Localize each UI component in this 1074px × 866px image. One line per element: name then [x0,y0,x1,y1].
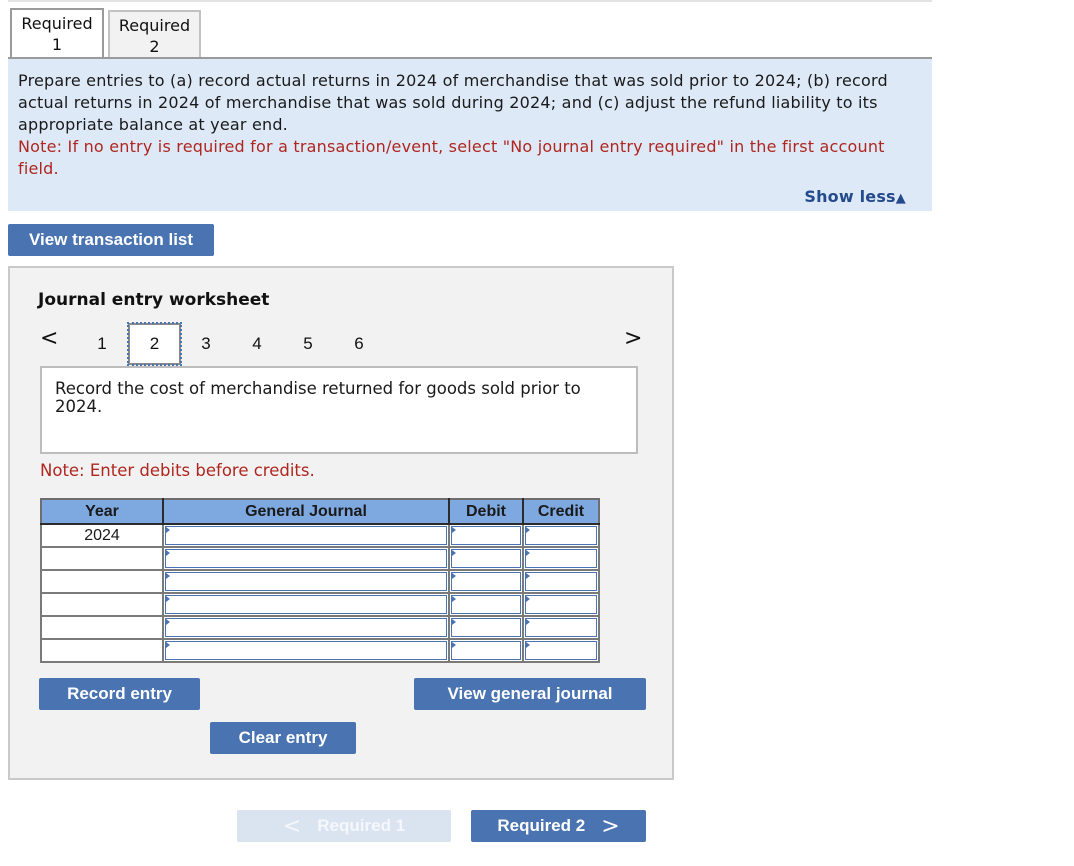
year-cell [40,638,164,663]
record-entry-button[interactable]: Record entry [39,678,200,710]
table-row [40,592,600,617]
journal-entry-worksheet: Journal entry worksheet < 1 2 3 4 5 6 > … [8,266,674,780]
table-row [40,546,600,571]
chevron-left-icon[interactable]: < [40,326,58,351]
account-input[interactable] [165,641,447,660]
tab-label-line2: 2 [149,37,160,56]
instructions-note: Note: If no entry is required for a tran… [18,137,885,178]
table-row [40,638,600,663]
account-input-cell [162,615,450,640]
debit-input-cell [448,569,524,594]
year-cell: 2024 [40,523,164,548]
header-credit: Credit [522,499,599,525]
credit-input[interactable] [525,641,597,660]
debit-input-cell [448,546,524,571]
table-header-row: Year General Journal Debit Credit [41,499,599,525]
credit-input[interactable] [525,549,597,568]
transaction-description: Record the cost of merchandise returned … [40,366,638,454]
chevron-right-icon: > [601,813,620,839]
view-general-journal-button[interactable]: View general journal [414,678,646,710]
account-input-cell [162,638,450,663]
year-cell [40,615,164,640]
prev-required-label: Required 1 [317,816,406,835]
tab-label-line2: 1 [51,35,63,54]
account-input[interactable] [165,595,447,614]
account-input-cell [162,546,450,571]
year-cell [40,569,164,594]
credit-input-cell [522,638,600,663]
credit-input-cell [522,592,600,617]
credit-input[interactable] [525,572,597,591]
table-row [40,569,600,594]
credit-input[interactable] [525,526,597,545]
show-less-link[interactable]: Show less▲ [804,186,906,210]
credit-input[interactable] [525,618,597,637]
next-required-label: Required 2 [497,816,586,835]
debit-input-cell [448,638,524,663]
journal-entry-table: Year General Journal Debit Credit 2024 [40,498,600,663]
account-input[interactable] [165,549,447,568]
instructions-panel: Prepare entries to (a) record actual ret… [8,59,932,211]
page-2-current[interactable]: 2 [127,322,182,366]
account-input-cell [162,569,450,594]
triangle-up-icon: ▲ [895,191,906,206]
debits-note: Note: Enter debits before credits. [40,461,315,480]
page-1[interactable]: 1 [92,334,112,354]
page-3[interactable]: 3 [196,334,216,354]
clear-entry-button[interactable]: Clear entry [210,722,356,754]
debit-input-cell [448,615,524,640]
table-row: 2024 [40,523,600,548]
credit-input-cell [522,615,600,640]
credit-input-cell [522,546,600,571]
account-input[interactable] [165,572,447,591]
debit-input-cell [448,523,524,548]
tab-required-1[interactable]: Required 1 [10,8,104,58]
year-cell [40,592,164,617]
chevron-right-icon[interactable]: > [624,326,642,351]
chevron-left-icon: < [282,813,302,839]
debit-input[interactable] [451,618,521,637]
page-6[interactable]: 6 [349,334,369,354]
tab-required-2[interactable]: Required 2 [108,10,201,58]
page-4[interactable]: 4 [247,334,267,354]
tab-label-line1: Required [21,14,93,33]
instructions-text: Prepare entries to (a) record actual ret… [18,71,888,134]
credit-input[interactable] [525,595,597,614]
credit-input-cell [522,523,600,548]
page-2-label: 2 [149,334,160,353]
debit-input[interactable] [451,549,521,568]
show-less-label: Show less [804,187,896,206]
tab-label-line1: Required [118,16,191,35]
header-debit: Debit [448,499,524,525]
page-5[interactable]: 5 [298,334,318,354]
account-input[interactable] [165,618,447,637]
debit-input[interactable] [451,641,521,660]
next-required-2-button[interactable]: Required 2 > [471,810,646,842]
account-input-cell [162,592,450,617]
table-row [40,615,600,640]
worksheet-title: Journal entry worksheet [38,290,270,310]
header-general-journal: General Journal [162,499,450,525]
debit-input[interactable] [451,595,521,614]
header-year: Year [41,499,164,525]
account-input[interactable] [165,526,447,545]
debit-input-cell [448,592,524,617]
account-input-cell [162,523,450,548]
year-cell [40,546,164,571]
debit-input[interactable] [451,572,521,591]
view-transaction-list-button[interactable]: View transaction list [8,224,214,256]
credit-input-cell [522,569,600,594]
debit-input[interactable] [451,526,521,545]
top-divider [8,0,932,2]
prev-required-1-button: < Required 1 [237,810,451,842]
